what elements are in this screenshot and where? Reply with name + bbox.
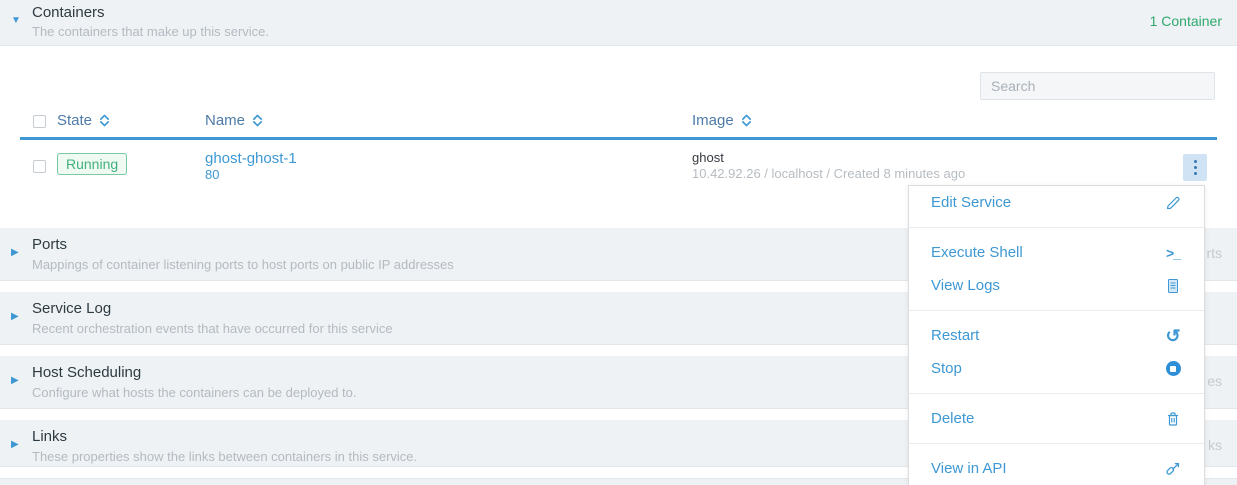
context-menu: Edit Service Execute Shell View Logs Res…: [908, 185, 1205, 485]
pencil-icon: [1164, 194, 1182, 212]
menu-item-view-in-api[interactable]: View in API: [909, 452, 1204, 485]
triangle-right-icon[interactable]: ▶: [11, 440, 19, 450]
document-icon: [1164, 277, 1182, 295]
menu-divider: [909, 393, 1204, 394]
status-badge: Running: [57, 153, 127, 175]
menu-divider: [909, 443, 1204, 444]
external-link-icon: [1164, 460, 1182, 478]
section-subtitle: Recent orchestration events that have oc…: [32, 321, 393, 336]
stop-icon: [1164, 360, 1182, 378]
section-subtitle: Configure what hosts the containers can …: [32, 385, 357, 400]
menu-item-label: View Logs: [931, 277, 1000, 294]
section-title: Links: [32, 428, 67, 445]
menu-item-stop[interactable]: Stop: [909, 352, 1204, 385]
section-title: Ports: [32, 236, 67, 253]
section-subtitle: The containers that make up this service…: [32, 24, 269, 39]
menu-item-view-logs[interactable]: View Logs: [909, 269, 1204, 302]
column-header-label: State: [57, 112, 92, 129]
menu-item-delete[interactable]: Delete: [909, 402, 1204, 435]
menu-item-label: View in API: [931, 460, 1007, 477]
column-header-label: Name: [205, 112, 245, 129]
section-title: Containers: [32, 4, 105, 21]
sort-icon: [252, 113, 263, 128]
triangle-right-icon[interactable]: ▶: [11, 312, 19, 322]
column-header-name[interactable]: Name: [205, 112, 263, 129]
terminal-icon: [1164, 244, 1182, 262]
image-detail: 10.42.92.26 / localhost / Created 8 minu…: [692, 166, 965, 181]
column-header-image[interactable]: Image: [692, 112, 752, 129]
row-actions-button[interactable]: [1183, 154, 1207, 181]
section-count-fragment: ks: [1208, 437, 1222, 453]
table-header-underline: [20, 137, 1217, 140]
triangle-right-icon[interactable]: ▶: [11, 248, 19, 258]
menu-item-execute-shell[interactable]: Execute Shell: [909, 236, 1204, 269]
select-all-checkbox[interactable]: [33, 115, 46, 128]
menu-item-restart[interactable]: Restart: [909, 319, 1204, 352]
menu-divider: [909, 227, 1204, 228]
restart-icon: [1164, 327, 1182, 345]
container-port-link[interactable]: 80: [205, 167, 219, 182]
column-header-state[interactable]: State: [57, 112, 110, 129]
menu-item-label: Restart: [931, 327, 979, 344]
menu-item-label: Execute Shell: [931, 244, 1023, 261]
sort-icon: [99, 113, 110, 128]
container-name-link[interactable]: ghost-ghost-1: [205, 150, 297, 167]
search-input[interactable]: [980, 72, 1215, 100]
sort-icon: [741, 113, 752, 128]
menu-item-label: Delete: [931, 410, 974, 427]
menu-item-label: Stop: [931, 360, 962, 377]
menu-item-edit-service[interactable]: Edit Service: [909, 186, 1204, 219]
section-title: Service Log: [32, 300, 111, 317]
menu-item-label: Edit Service: [931, 194, 1011, 211]
section-count-fragment: es: [1207, 373, 1222, 389]
section-subtitle: These properties show the links between …: [32, 449, 417, 464]
image-name: ghost: [692, 150, 724, 165]
section-subtitle: Mappings of container listening ports to…: [32, 257, 454, 272]
menu-divider: [909, 310, 1204, 311]
container-count: 1 Container: [1150, 13, 1222, 29]
column-header-label: Image: [692, 112, 734, 129]
triangle-down-icon[interactable]: ▼: [11, 16, 21, 26]
section-title: Host Scheduling: [32, 364, 141, 381]
section-count-fragment: rts: [1206, 245, 1222, 261]
service-detail-page: ▼ Containers The containers that make up…: [0, 0, 1237, 485]
triangle-right-icon[interactable]: ▶: [11, 376, 19, 386]
trash-icon: [1164, 410, 1182, 428]
row-checkbox[interactable]: [33, 160, 46, 173]
section-containers-header[interactable]: ▼ Containers The containers that make up…: [0, 0, 1237, 46]
